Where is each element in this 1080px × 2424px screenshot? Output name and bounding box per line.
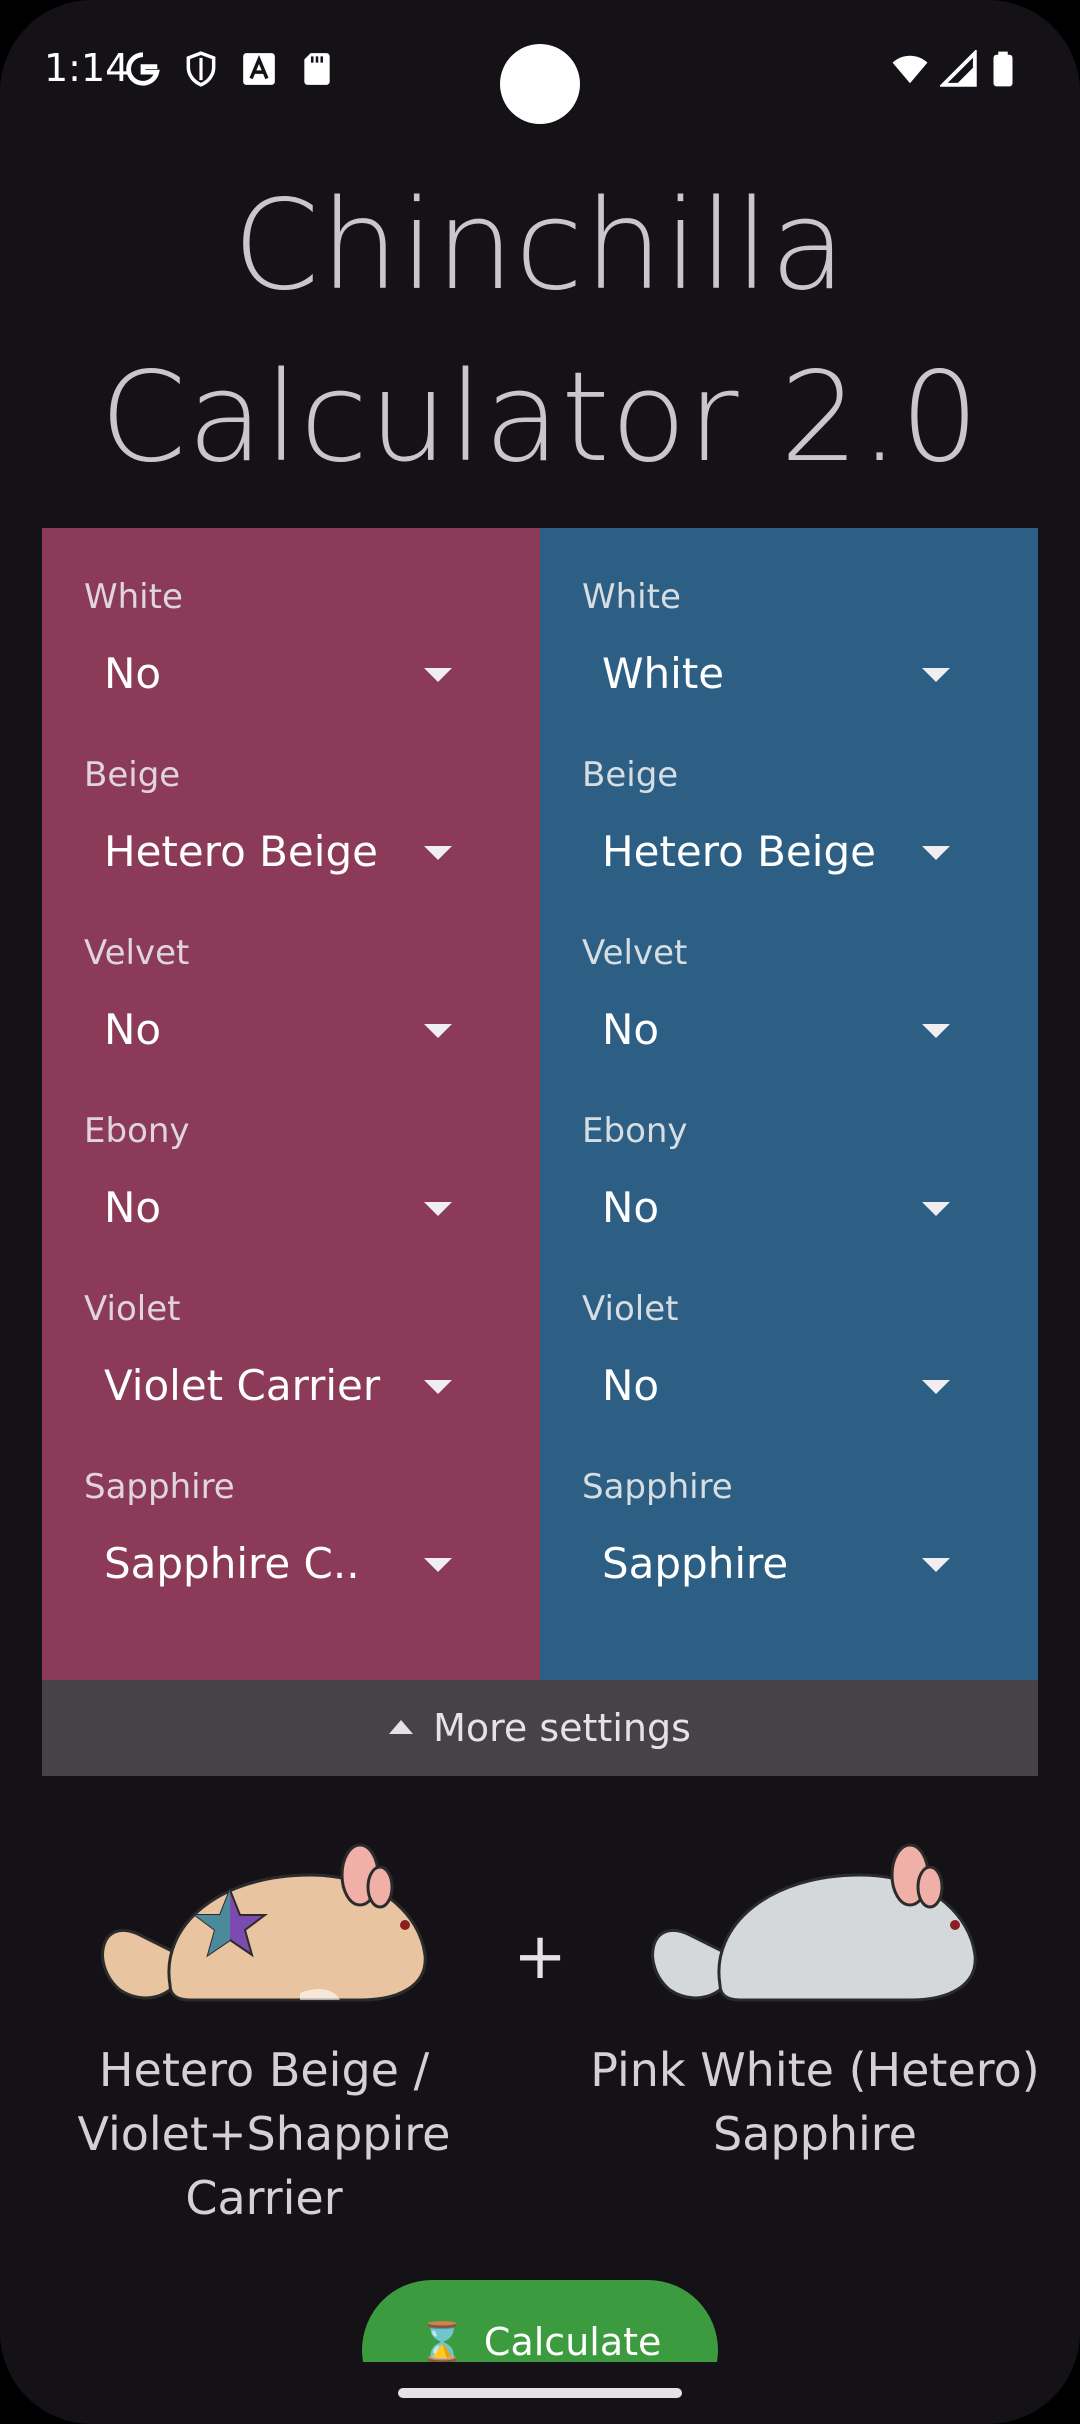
sapphire-dropdown[interactable]: Sapphire C..: [84, 1512, 504, 1616]
field-velvet: Velvet No: [582, 928, 1002, 1082]
velvet-dropdown[interactable]: No: [84, 978, 504, 1082]
field-label: Sapphire: [84, 1467, 235, 1507]
desc-line: Carrier: [185, 2171, 343, 2225]
chevron-up-icon: [389, 1719, 414, 1734]
field-velvet: Velvet No: [84, 928, 504, 1082]
beige-dropdown[interactable]: Hetero Beige: [582, 800, 1002, 904]
field-label: Velvet: [84, 933, 190, 973]
dropdown-arrow-icon: [922, 846, 950, 860]
calculate-button[interactable]: ⌛ Calculate: [362, 2280, 718, 2362]
more-settings-label: More settings: [433, 1706, 691, 1750]
field-sapphire: Sapphire Sapphire C..: [84, 1462, 504, 1616]
dropdown-arrow-icon: [424, 668, 452, 682]
page-title: Chinchilla Calculator 2.0: [0, 160, 1080, 504]
field-white: White White: [582, 572, 1002, 726]
field-beige: Beige Hetero Beige: [84, 750, 504, 904]
field-label: Beige: [582, 755, 679, 795]
battery-icon: [993, 51, 1013, 87]
dropdown-arrow-icon: [424, 1024, 452, 1038]
white-dropdown[interactable]: White: [582, 622, 1002, 726]
dropdown-value: No: [104, 1183, 162, 1232]
parent-left-panel: White No Beige Hetero Beige Velvet No Eb…: [42, 528, 540, 1680]
camera-cutout: [500, 44, 580, 124]
field-label: White: [84, 577, 183, 617]
field-label: Beige: [84, 755, 181, 795]
white-dropdown[interactable]: No: [84, 622, 504, 726]
beige-dropdown[interactable]: Hetero Beige: [84, 800, 504, 904]
velvet-dropdown[interactable]: No: [582, 978, 1002, 1082]
signal-icon: [940, 50, 977, 87]
field-label: Violet: [582, 1289, 679, 1329]
title-line-1: Chinchilla: [232, 174, 848, 318]
desc-line: Sapphire: [713, 2107, 917, 2161]
field-white: White No: [84, 572, 504, 726]
chinchilla-right-image: [651, 1843, 977, 2002]
field-label: Ebony: [582, 1111, 688, 1151]
parent-right-panel: White White Beige Hetero Beige Velvet No: [540, 528, 1038, 1680]
desc-line: Hetero Beige /: [98, 2043, 430, 2097]
dropdown-value: Hetero Beige: [602, 827, 876, 876]
dropdown-arrow-icon: [424, 1202, 452, 1216]
shield-icon: [186, 51, 216, 87]
dropdown-value: Sapphire C..: [104, 1539, 360, 1588]
font-icon: [243, 53, 275, 85]
parents-panels: White No Beige Hetero Beige Velvet No Eb…: [42, 528, 1038, 1680]
field-violet: Violet Violet Carrier: [84, 1284, 504, 1438]
title-line-2: Calculator 2.0: [99, 346, 981, 490]
dropdown-value: No: [602, 1183, 660, 1232]
ebony-dropdown[interactable]: No: [582, 1156, 1002, 1260]
violet-dropdown[interactable]: No: [582, 1334, 1002, 1438]
field-label: Violet: [84, 1289, 181, 1329]
home-indicator[interactable]: [398, 2388, 682, 2398]
status-bar: 1:14: [0, 0, 1080, 140]
dropdown-value: White: [602, 649, 725, 698]
left-result-description: Hetero Beige / Violet+Shappire Carrier: [24, 2038, 504, 2230]
field-ebony: Ebony No: [84, 1106, 504, 1260]
ebony-dropdown[interactable]: No: [84, 1156, 504, 1260]
wifi-icon: [892, 55, 928, 84]
dropdown-arrow-icon: [922, 1558, 950, 1572]
dropdown-arrow-icon: [922, 1202, 950, 1216]
calculate-button-wrap: ⌛ Calculate: [362, 2280, 718, 2362]
dropdown-arrow-icon: [922, 1024, 950, 1038]
field-violet: Violet No: [582, 1284, 1002, 1438]
dropdown-value: Violet Carrier: [104, 1361, 381, 1410]
calculate-label: Calculate: [483, 2320, 662, 2362]
chinchilla-left-image: [101, 1843, 427, 2002]
phone-screen: 1:14 Chinchilla Calculator 2.0 White No …: [0, 0, 1080, 2424]
google-icon: [126, 52, 160, 86]
sd-card-icon: [304, 53, 330, 85]
dropdown-value: Sapphire: [602, 1539, 789, 1588]
field-label: Velvet: [582, 933, 688, 973]
field-beige: Beige Hetero Beige: [582, 750, 1002, 904]
field-sapphire: Sapphire Sapphire: [582, 1462, 1002, 1616]
field-label: Sapphire: [582, 1467, 733, 1507]
dropdown-arrow-icon: [424, 1558, 452, 1572]
violet-dropdown[interactable]: Violet Carrier: [84, 1334, 504, 1438]
dropdown-value: Hetero Beige: [104, 827, 378, 876]
sapphire-dropdown[interactable]: Sapphire: [582, 1512, 1002, 1616]
desc-line: Pink White (Hetero): [590, 2043, 1040, 2097]
dropdown-value: No: [104, 649, 162, 698]
dropdown-arrow-icon: [922, 1380, 950, 1394]
more-settings-button[interactable]: More settings: [42, 1680, 1038, 1776]
dropdown-arrow-icon: [424, 846, 452, 860]
field-label: White: [582, 577, 681, 617]
right-result-description: Pink White (Hetero) Sapphire: [575, 2038, 1055, 2166]
hourglass-icon: ⌛: [418, 2320, 466, 2362]
dropdown-arrow-icon: [424, 1380, 452, 1394]
dropdown-arrow-icon: [922, 668, 950, 682]
field-ebony: Ebony No: [582, 1106, 1002, 1260]
plus-sign: +: [513, 1920, 567, 1994]
desc-line: Violet+Shappire: [77, 2107, 451, 2161]
dropdown-value: No: [104, 1005, 162, 1054]
dropdown-value: No: [602, 1361, 660, 1410]
dropdown-value: No: [602, 1005, 660, 1054]
field-label: Ebony: [84, 1111, 190, 1151]
status-time: 1:14: [44, 46, 130, 90]
